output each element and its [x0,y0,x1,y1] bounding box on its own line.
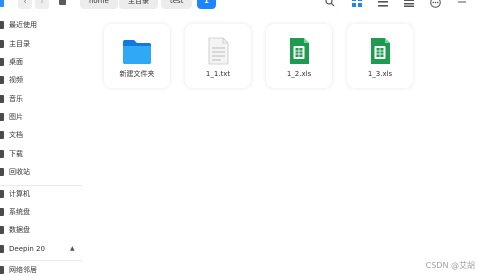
file-grid: 新建文件夹 1_1.txt 1_2.xls 1_3.xls [82,10,479,276]
picture-icon [0,113,4,121]
breadcrumb-test[interactable]: test [161,0,193,9]
forward-button[interactable]: › [35,0,49,9]
sidebar-item-data-disk[interactable]: 数据盘 [0,222,82,238]
sidebar-item-label: 文档 [9,131,23,139]
breadcrumb-home[interactable]: home [80,0,118,9]
file-name: 新建文件夹 [119,70,155,78]
sidebar-item-desktop[interactable]: 桌面 [0,54,82,70]
sidebar-item-label: 视频 [9,76,23,84]
document-icon [0,131,4,139]
sidebar-item-label: 图片 [9,113,23,121]
sidebar-item-label: 音乐 [9,95,23,103]
spreadsheet-icon [266,37,332,65]
sidebar-divider [0,260,82,261]
sidebar-item-network[interactable]: 网络邻居 [0,262,82,276]
computer-icon [0,190,4,198]
breadcrumb-main-directory[interactable]: 主目录 [119,0,158,9]
network-icon [0,266,4,274]
data-disk-icon [0,226,4,234]
file-manager-window: ‹ › home 主目录 test 1 最近使用 主目录 桌面 视频 音乐 图片… [0,0,479,276]
sidebar-item-trash[interactable]: 回收站 [0,164,82,180]
sidebar-item-label: 计算机 [9,190,30,198]
sidebar-item-documents[interactable]: 文档 [0,127,82,143]
file-name: 1_1.txt [205,70,231,78]
breadcrumb-current[interactable]: 1 [197,0,216,9]
sidebar-item-label: 网络邻居 [9,266,37,274]
sidebar-item-label: 下载 [9,150,23,158]
detail-view-icon[interactable] [403,0,415,8]
sidebar-item-downloads[interactable]: 下载 [0,146,82,162]
eject-icon[interactable]: ▲ [70,241,75,257]
download-icon [0,150,4,158]
sidebar-item-label: 系统盘 [9,208,30,216]
sidebar-item-home[interactable]: 主目录 [0,36,82,52]
search-icon[interactable] [324,0,336,8]
sidebar-item-deepin-20[interactable]: Deepin 20 ▲ [0,241,82,257]
system-disk-icon [0,208,4,216]
file-item-text[interactable]: 1_1.txt [185,24,251,88]
sidebar-item-video[interactable]: 视频 [0,72,82,88]
menu-icon[interactable] [429,0,441,8]
back-button[interactable]: ‹ [18,0,32,9]
sidebar-item-music[interactable]: 音乐 [0,91,82,107]
list-view-icon[interactable] [377,0,389,8]
toolbar: ‹ › home 主目录 test 1 [0,0,479,10]
sidebar-item-computer[interactable]: 计算机 [0,186,82,202]
usb-drive-icon [0,245,4,253]
home-icon [0,40,4,48]
recent-icon [0,21,4,29]
minimize-icon[interactable] [456,0,468,8]
sidebar-item-system-disk[interactable]: 系统盘 [0,204,82,220]
sidebar: 最近使用 主目录 桌面 视频 音乐 图片 文档 下载 回收站 计算机 系统盘 数… [0,10,82,276]
sidebar-item-pictures[interactable]: 图片 [0,109,82,125]
sidebar-item-recent[interactable]: 最近使用 [0,17,82,33]
sidebar-item-label: 桌面 [9,58,23,66]
file-item-folder[interactable]: 新建文件夹 [104,24,170,88]
file-name: 1_3.xls [367,70,393,78]
sidebar-item-label: 回收站 [9,168,30,176]
forward-icon: › [40,0,44,7]
file-name: 1_2.xls [286,70,312,78]
text-file-icon [185,37,251,65]
file-item-spreadsheet[interactable]: 1_3.xls [347,24,413,88]
sidebar-item-label: 数据盘 [9,226,30,234]
music-icon [0,95,4,103]
back-icon: ‹ [23,0,27,7]
watermark: CSDN @艾胡 [425,261,475,270]
file-item-spreadsheet[interactable]: 1_2.xls [266,24,332,88]
trash-icon [0,168,4,176]
spreadsheet-icon [347,37,413,65]
sidebar-item-label: 主目录 [9,40,30,48]
app-logo-icon[interactable] [0,0,4,7]
folder-icon [104,37,170,65]
video-icon [0,76,4,84]
desktop-icon [0,58,4,66]
sidebar-item-label: Deepin 20 [9,245,45,253]
sidebar-item-label: 最近使用 [9,21,37,29]
icon-view-icon[interactable] [351,0,363,8]
drive-icon[interactable] [58,0,68,7]
